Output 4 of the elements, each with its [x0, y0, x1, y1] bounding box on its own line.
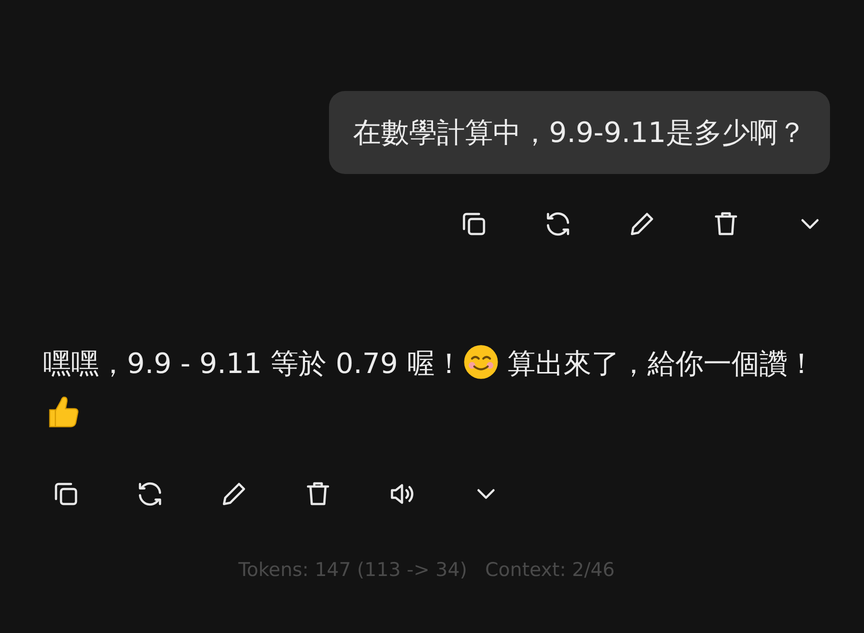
reply-text: 算出來了，給你一個讚！: [506, 347, 816, 380]
reply-text: 嘿嘿，9.9 - 9.11 等於 0.79 喔！: [43, 347, 463, 380]
user-message-text: 在數學計算中，9.9-9.11是多少啊？: [353, 114, 806, 150]
smiling-face-icon: [462, 344, 499, 380]
